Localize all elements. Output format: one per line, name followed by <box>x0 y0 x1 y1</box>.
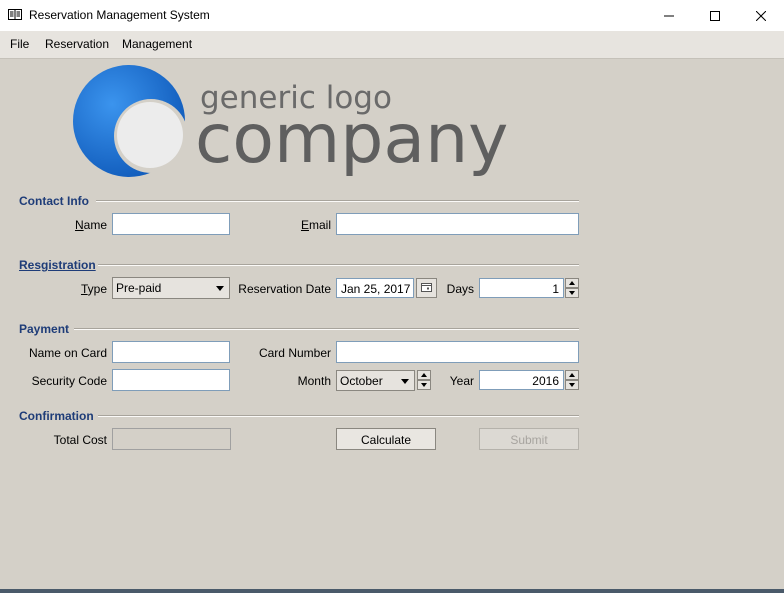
chevron-down-icon <box>401 379 409 384</box>
menu-reservation[interactable]: Reservation <box>45 37 109 51</box>
card-number-label: Card Number <box>258 346 331 360</box>
section-contact-info: Contact Info <box>19 194 89 208</box>
company-logo: generic logo company <box>72 64 532 182</box>
reservation-date-field[interactable]: Jan 25, 2017 <box>336 278 414 298</box>
menu-bar: File Reservation Management <box>0 31 784 59</box>
email-field[interactable] <box>336 213 579 235</box>
security-code-label: Security Code <box>31 374 107 388</box>
reservation-date-label: Reservation Date <box>238 282 331 296</box>
type-select[interactable]: Pre-paid <box>112 277 230 299</box>
card-number-field[interactable] <box>336 341 579 363</box>
svg-text:company: company <box>195 100 508 179</box>
email-label: Email <box>300 218 331 232</box>
total-cost-field <box>112 428 231 450</box>
section-payment: Payment <box>19 322 70 336</box>
name-label: Name <box>74 218 107 232</box>
days-spinner[interactable] <box>565 278 579 298</box>
spin-up-icon[interactable] <box>417 370 431 380</box>
calculate-button[interactable]: Calculate <box>336 428 436 450</box>
spin-down-icon[interactable] <box>565 380 579 390</box>
security-code-field[interactable] <box>112 369 230 391</box>
spin-up-icon[interactable] <box>565 278 579 288</box>
days-field[interactable]: 1 <box>479 278 564 298</box>
spin-up-icon[interactable] <box>565 370 579 380</box>
maximize-icon <box>710 10 720 21</box>
separator <box>98 264 579 266</box>
submit-button[interactable]: Submit <box>479 428 579 450</box>
book-icon <box>8 9 22 20</box>
days-label: Days <box>446 282 474 296</box>
menu-file[interactable]: File <box>10 37 29 51</box>
menu-management[interactable]: Management <box>122 37 192 51</box>
separator <box>98 415 579 417</box>
minimize-button[interactable] <box>646 0 692 31</box>
title-bar: Reservation Management System <box>0 0 784 31</box>
year-spinner[interactable] <box>565 370 579 390</box>
chevron-down-icon <box>216 286 224 291</box>
type-label: Type <box>80 282 107 296</box>
spin-down-icon[interactable] <box>565 288 579 298</box>
month-select[interactable]: October <box>336 370 415 391</box>
name-on-card-label: Name on Card <box>28 346 107 360</box>
name-on-card-field[interactable] <box>112 341 230 363</box>
month-select-value: October <box>340 374 383 388</box>
section-confirmation: Confirmation <box>19 409 94 423</box>
section-registration: Resgistration <box>19 258 96 272</box>
total-cost-label: Total Cost <box>53 433 107 447</box>
spin-down-icon[interactable] <box>417 380 431 390</box>
separator <box>74 328 579 330</box>
window-bottom-border <box>0 589 784 593</box>
calendar-button[interactable] <box>416 278 437 298</box>
calendar-icon <box>421 283 432 292</box>
name-field[interactable] <box>112 213 230 235</box>
month-label: Month <box>297 374 331 388</box>
month-spinner[interactable] <box>417 370 431 390</box>
separator <box>96 200 579 202</box>
window-title: Reservation Management System <box>29 8 210 22</box>
close-button[interactable] <box>738 0 784 31</box>
minimize-icon <box>664 15 674 16</box>
type-select-value: Pre-paid <box>116 281 162 295</box>
year-field[interactable]: 2016 <box>479 370 564 390</box>
maximize-button[interactable] <box>692 0 738 31</box>
year-label: Year <box>449 374 474 388</box>
close-icon <box>756 10 766 21</box>
